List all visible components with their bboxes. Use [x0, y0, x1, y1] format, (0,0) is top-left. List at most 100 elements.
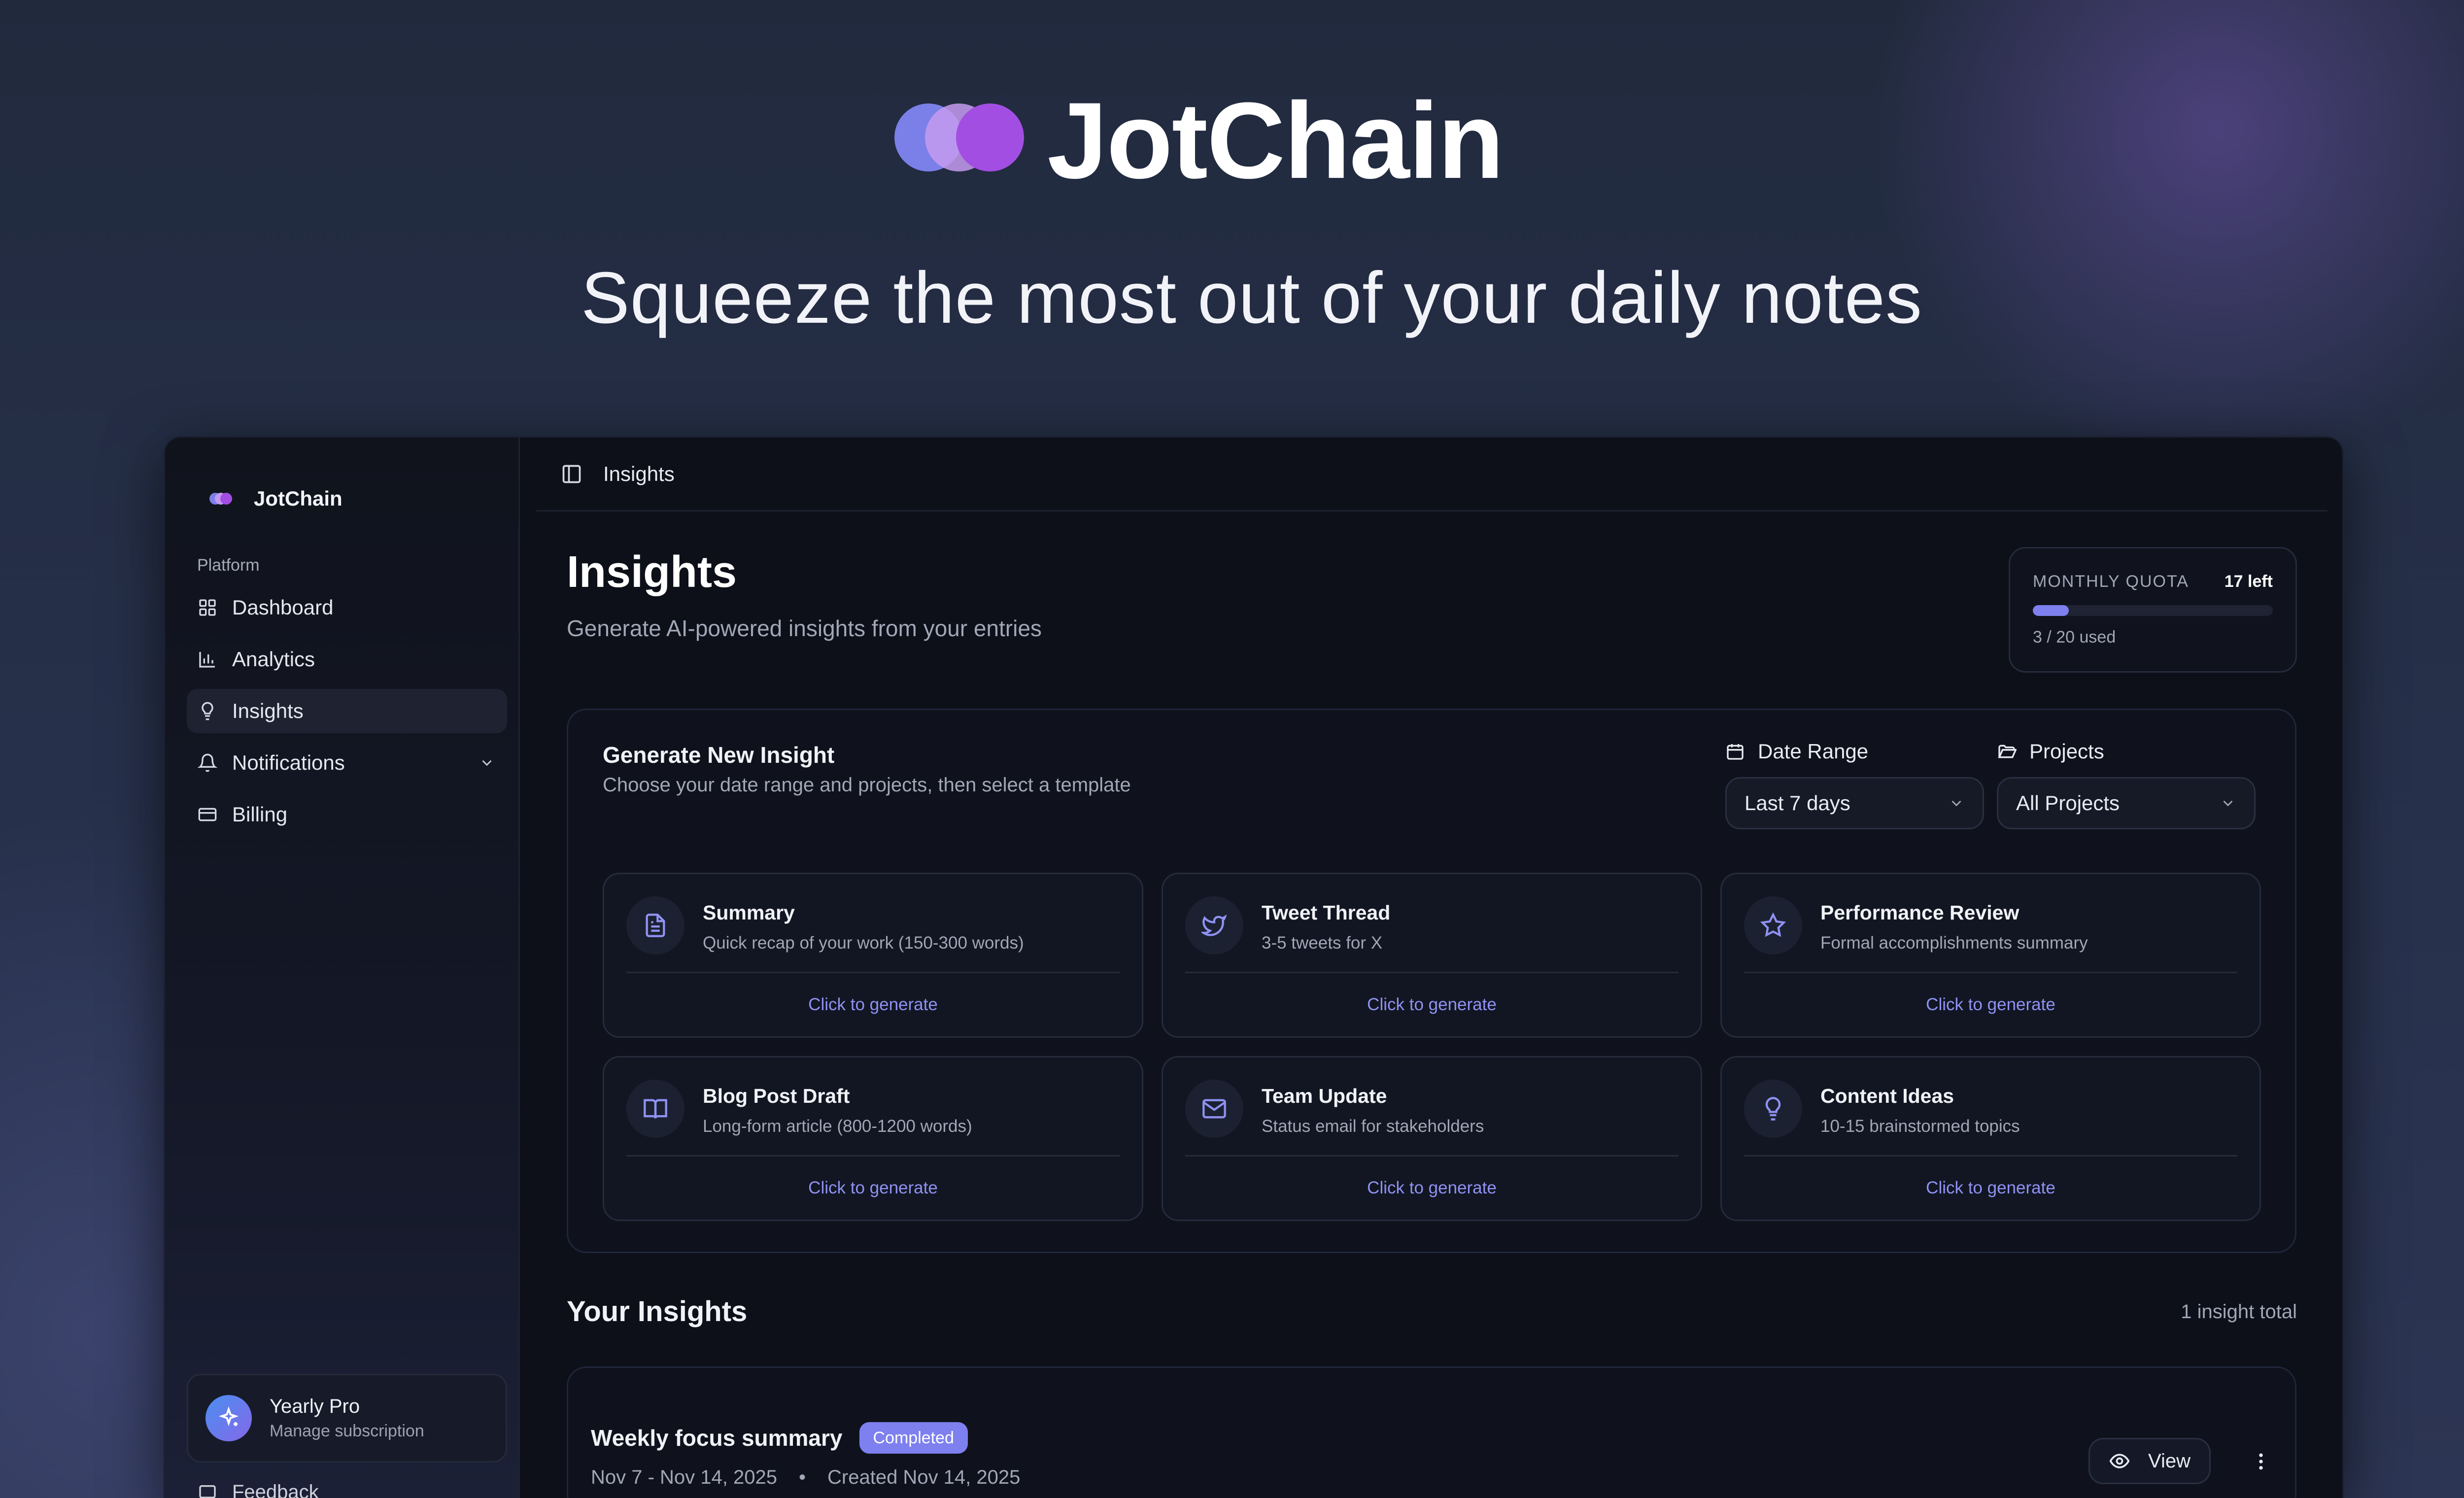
star-icon	[1760, 913, 1786, 937]
quota-label: MONTHLY QUOTA	[2033, 572, 2189, 591]
feedback-label: Feedback	[232, 1481, 319, 1498]
template-name: Content Ideas	[1820, 1085, 1954, 1107]
date-range-select[interactable]: Last 7 days	[1725, 777, 1984, 829]
credit-card-icon	[198, 808, 217, 821]
template-description: 10-15 brainstormed topics	[1820, 1117, 2020, 1136]
sidebar-brand-name: JotChain	[254, 487, 342, 510]
template-name: Team Update	[1262, 1085, 1387, 1107]
calendar-icon	[1727, 744, 1744, 760]
generate-link[interactable]: Click to generate	[1722, 1178, 2259, 1198]
template-description: 3-5 tweets for X	[1262, 933, 1383, 953]
chevron-down-icon[interactable]	[479, 754, 495, 771]
generate-link[interactable]: Click to generate	[1163, 995, 1701, 1015]
sidebar-item-dashboard[interactable]: Dashboard	[187, 585, 507, 630]
folder-icon	[1998, 745, 2017, 758]
insight-date-range: Nov 7 - Nov 14, 2025	[591, 1466, 777, 1488]
projects-select[interactable]: All Projects	[1997, 777, 2256, 829]
template-card-content-ideas[interactable]: Content Ideas 10-15 brainstormed topics …	[1720, 1056, 2261, 1221]
template-card-summary[interactable]: Summary Quick recap of your work (150-30…	[603, 873, 1143, 1038]
grid-icon	[199, 599, 216, 616]
quota-progress-bar	[2033, 605, 2273, 616]
view-button[interactable]: View	[2088, 1438, 2211, 1484]
subscription-card[interactable]: Yearly Pro Manage subscription	[187, 1374, 507, 1463]
sidebar-item-label: Billing	[232, 803, 288, 826]
status-badge: Completed	[859, 1422, 968, 1454]
generate-link[interactable]: Click to generate	[604, 995, 1142, 1015]
hero-logo: JotChain	[894, 80, 1504, 201]
template-card-team-update[interactable]: Team Update Status email for stakeholder…	[1162, 1056, 1702, 1221]
sidebar-item-label: Dashboard	[232, 596, 334, 619]
divider	[1185, 972, 1678, 973]
divider	[626, 972, 1120, 973]
insights-count: 1 insight total	[2181, 1301, 2297, 1323]
sidebar-item-label: Analytics	[232, 647, 315, 671]
logo-mark-icon	[894, 103, 1027, 177]
quota-progress-fill	[2033, 605, 2069, 616]
divider	[1744, 972, 2237, 973]
generate-link[interactable]: Click to generate	[604, 1178, 1142, 1198]
template-card-blog-post-draft[interactable]: Blog Post Draft Long-form article (800-1…	[603, 1056, 1143, 1221]
generate-link[interactable]: Click to generate	[1722, 995, 2259, 1015]
feedback-link[interactable]: Feedback	[198, 1481, 319, 1498]
chevron-down-icon	[2223, 800, 2233, 807]
template-name: Tweet Thread	[1262, 901, 1391, 924]
plan-title: Yearly Pro	[270, 1396, 360, 1417]
chevron-down-icon	[1951, 800, 1961, 807]
hero-tagline: Squeeze the most out of your daily notes	[581, 257, 1923, 339]
sidebar: JotChain Platform Dashboard Analytics In…	[165, 438, 520, 1498]
message-icon	[199, 1485, 216, 1498]
sparkle-icon	[218, 1406, 239, 1427]
bar-chart-icon	[199, 652, 215, 668]
date-range-value: Last 7 days	[1745, 791, 1850, 815]
insight-title: Weekly focus summary	[591, 1425, 843, 1451]
more-options-button[interactable]	[2246, 1447, 2276, 1476]
template-name: Blog Post Draft	[703, 1085, 850, 1107]
lightbulb-icon	[202, 702, 213, 720]
plan-subtitle: Manage subscription	[270, 1422, 424, 1440]
more-vertical-icon	[2259, 1453, 2263, 1470]
template-card-performance-review[interactable]: Performance Review Formal accomplishment…	[1720, 873, 2261, 1038]
sidebar-item-analytics[interactable]: Analytics	[187, 637, 507, 681]
template-description: Formal accomplishments summary	[1820, 933, 2088, 953]
date-range-label: Date Range	[1758, 740, 1869, 763]
template-description: Quick recap of your work (150-300 words)	[703, 933, 1024, 953]
lightbulb-icon	[1765, 1097, 1781, 1121]
sidebar-section-label: Platform	[197, 556, 260, 575]
generate-subtitle: Choose your date range and projects, the…	[603, 774, 1131, 796]
template-card-tweet-thread[interactable]: Tweet Thread 3-5 tweets for X Click to g…	[1162, 873, 1702, 1038]
quota-used-text: 3 / 20 used	[2033, 628, 2116, 647]
plan-avatar	[205, 1395, 252, 1441]
mail-icon	[1202, 1099, 1226, 1119]
template-description: Status email for stakeholders	[1262, 1117, 1484, 1136]
page-title: Insights	[567, 547, 737, 597]
divider	[626, 1155, 1120, 1157]
generate-link[interactable]: Click to generate	[1163, 1178, 1701, 1198]
quota-remaining: 17 left	[2224, 572, 2273, 591]
insight-meta: Nov 7 - Nov 14, 2025 • Created Nov 14, 2…	[591, 1466, 1020, 1489]
sidebar-item-label: Insights	[232, 699, 304, 722]
sidebar-item-insights[interactable]: Insights	[187, 689, 507, 733]
date-range-filter: Date Range Last 7 days	[1725, 740, 1984, 829]
insight-card[interactable]: Weekly focus summary Completed Nov 7 - N…	[567, 1366, 2296, 1498]
twitter-icon	[1201, 914, 1227, 936]
sidebar-item-billing[interactable]: Billing	[187, 792, 507, 837]
generate-insight-panel: Generate New Insight Choose your date ra…	[567, 709, 2296, 1253]
logo-mark-icon	[209, 493, 232, 505]
document-icon	[646, 914, 665, 937]
page-subtitle: Generate AI-powered insights from your e…	[567, 615, 1042, 641]
insight-created: Created Nov 14, 2025	[827, 1466, 1021, 1488]
divider	[1744, 1155, 2237, 1157]
book-icon	[644, 1099, 667, 1119]
template-name: Summary	[703, 901, 795, 924]
sidebar-brand[interactable]: JotChain	[209, 487, 342, 511]
projects-label: Projects	[2029, 740, 2104, 763]
sidebar-item-notifications[interactable]: Notifications	[187, 741, 507, 785]
sidebar-toggle-icon[interactable]	[561, 463, 582, 485]
generate-title: Generate New Insight	[603, 742, 835, 768]
template-name: Performance Review	[1820, 901, 2019, 924]
divider	[1185, 1155, 1678, 1157]
hero-brand-name: JotChain	[1047, 80, 1504, 201]
projects-filter: Projects All Projects	[1997, 740, 2256, 829]
sidebar-nav: Dashboard Analytics Insights Notificatio…	[187, 585, 507, 844]
monthly-quota-card: MONTHLY QUOTA 17 left 3 / 20 used	[2009, 547, 2297, 673]
